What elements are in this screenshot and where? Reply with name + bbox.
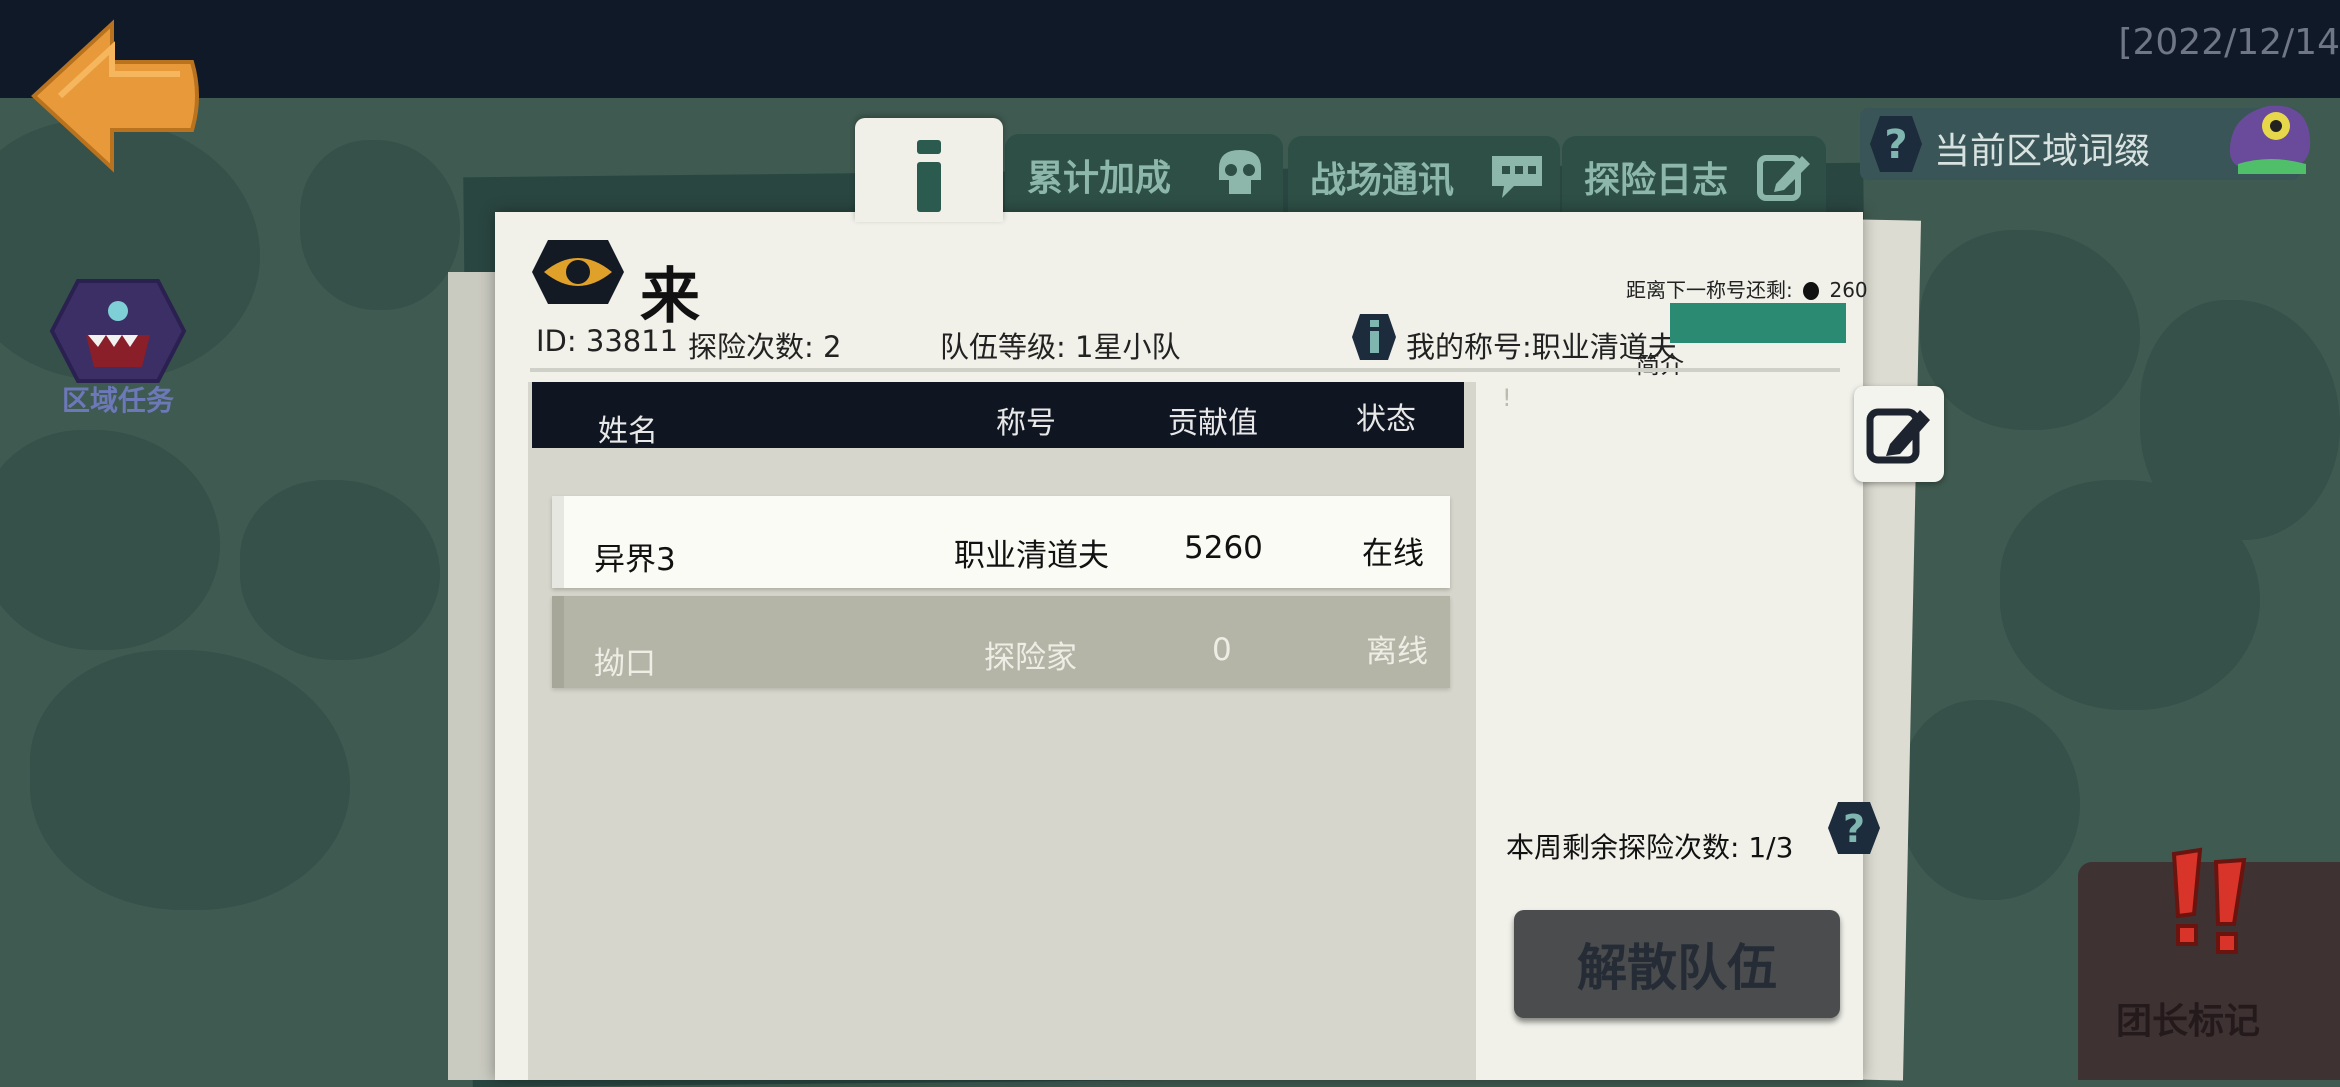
chat-icon	[1492, 156, 1542, 198]
svg-text:?: ?	[1884, 122, 1907, 168]
skull-icon	[1219, 150, 1261, 194]
bg-shape	[300, 140, 460, 310]
tab-battlefield-comms[interactable]: 战场通讯	[1288, 136, 1560, 218]
header-status: 状态	[1356, 402, 1416, 437]
disband-label: 解散队伍	[1577, 939, 1777, 997]
member-name: 异界3	[594, 542, 676, 578]
header-contribution: 贡献值	[1168, 406, 1258, 441]
edit-icon	[1866, 408, 1930, 464]
explore-count: 探险次数: 2	[688, 330, 842, 364]
next-title-value: 260	[1829, 278, 1868, 302]
member-contribution: 0	[1212, 632, 1232, 668]
next-title-label: 距离下一称号还剩:	[1626, 278, 1793, 302]
member-title: 职业清道夫	[954, 538, 1109, 574]
member-contribution: 5260	[1184, 530, 1263, 566]
leader-mark-label: 团长标记	[2115, 1001, 2260, 1042]
member-status: 在线	[1362, 536, 1424, 572]
bg-shape	[1900, 700, 2080, 900]
leader-mark-button[interactable]: 团长标记	[2078, 847, 2340, 1080]
creature-icon	[2229, 105, 2311, 174]
header-title: 称号	[996, 406, 1056, 441]
back-arrow-icon	[31, 19, 199, 173]
bg-shape	[0, 430, 220, 650]
region-task-button[interactable]: 区域任务	[48, 275, 188, 425]
info-badge-icon	[1352, 314, 1396, 360]
exclamation-icon	[2171, 847, 2247, 954]
timestamp: [2022/12/14	[2118, 22, 2340, 63]
tab-comms-label: 战场通讯	[1310, 160, 1455, 201]
tab-log-label: 探险日志	[1584, 160, 1729, 201]
divider	[530, 368, 1840, 372]
question-icon: ?	[1870, 116, 1922, 172]
team-level: 队伍等级: 1星小队	[940, 330, 1181, 364]
member-list-header: 姓名 称号 贡献值 状态	[532, 382, 1464, 449]
title-progress-bar	[1670, 303, 1846, 343]
tab-bonus-label: 累计加成	[1027, 158, 1172, 199]
weekly-remaining: 本周剩余探险次数: 1/3	[1506, 831, 1794, 864]
eye-emblem-icon	[532, 240, 624, 304]
member-status: 离线	[1366, 634, 1428, 670]
bg-shape	[1920, 230, 2140, 430]
bg-shape	[240, 480, 440, 660]
edit-intro-button[interactable]	[1854, 386, 1944, 482]
tab-info[interactable]	[855, 118, 1003, 222]
back-button[interactable]	[30, 18, 200, 173]
edit-icon	[1757, 155, 1810, 201]
next-title-info: 距离下一称号还剩: 260	[1626, 274, 1868, 303]
weekly-help-button[interactable]: ?	[1826, 800, 1882, 856]
team-name: 来	[640, 262, 700, 332]
member-title: 探险家	[984, 640, 1077, 676]
tab-bonus[interactable]: 累计加成	[1005, 134, 1283, 216]
member-name: 拗口	[594, 646, 656, 682]
table-row[interactable]: 异界3 职业清道夫 5260 在线	[552, 496, 1450, 588]
intro-label: 简介	[1636, 351, 1684, 379]
region-task-label: 区域任务	[61, 384, 174, 417]
bg-shape	[2140, 300, 2340, 540]
question-icon: ?	[1828, 802, 1880, 854]
disband-team-button[interactable]: 解散队伍	[1514, 910, 1840, 1018]
header-name: 姓名	[598, 414, 658, 449]
monster-icon	[49, 279, 187, 383]
table-row[interactable]: 拗口 探险家 0 离线	[552, 596, 1450, 688]
region-affix-button[interactable]: ? 当前区域词缀	[1860, 105, 2311, 180]
coin-icon	[1803, 282, 1820, 300]
bg-shape	[30, 650, 350, 910]
intro-hint: !	[1502, 384, 1512, 412]
top-bar: [2022/12/14	[0, 0, 2340, 98]
tab-adventure-log[interactable]: 探险日志	[1562, 136, 1826, 218]
team-id: ID: 33811	[536, 324, 679, 358]
row-marker	[552, 496, 564, 588]
svg-text:?: ?	[1843, 807, 1865, 851]
row-marker	[552, 596, 564, 688]
info-icon	[917, 140, 941, 212]
member-list-panel	[528, 382, 1476, 1080]
region-affix-label: 当前区域词缀	[1934, 131, 2151, 172]
